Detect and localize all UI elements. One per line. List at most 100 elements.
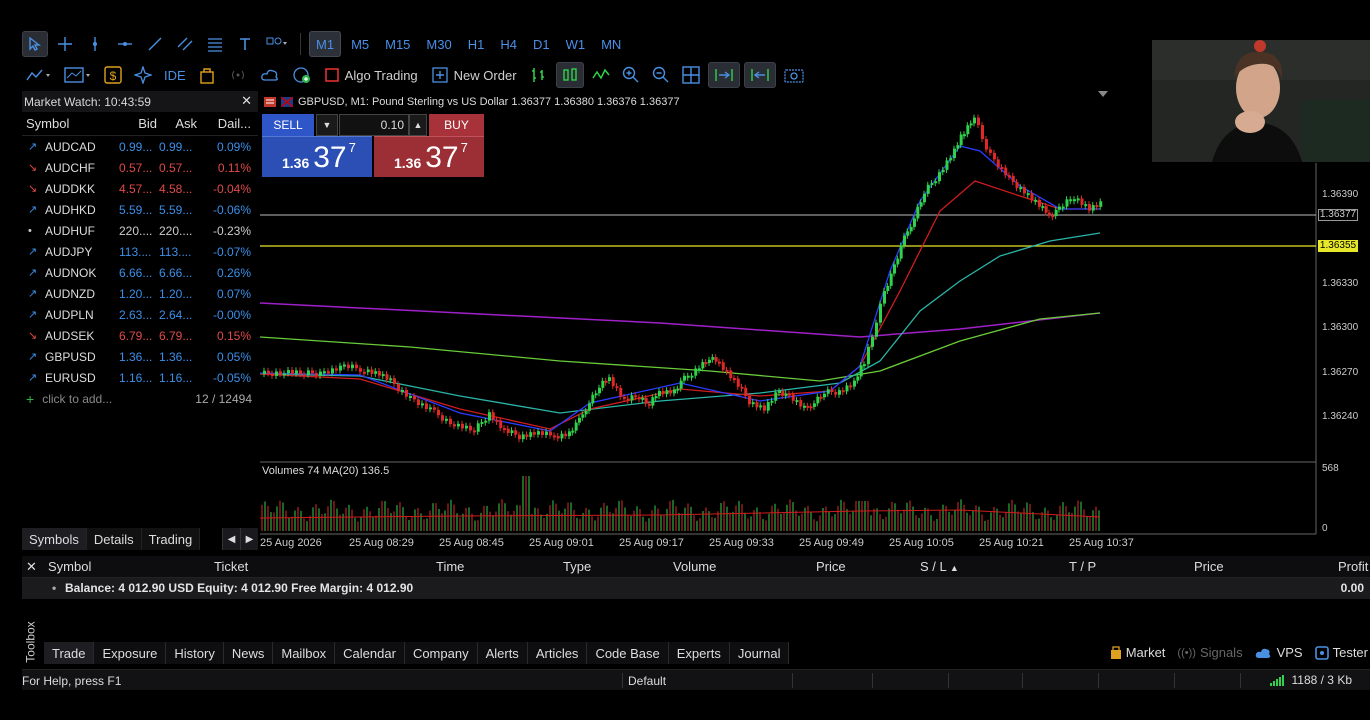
signals-star-icon[interactable]: [130, 62, 156, 88]
tab-trading[interactable]: Trading: [141, 528, 201, 550]
timeframe-w1[interactable]: W1: [560, 31, 592, 57]
tab-news[interactable]: News: [223, 642, 274, 664]
cursor-icon[interactable]: [22, 31, 48, 57]
column-header-ask[interactable]: Ask: [157, 116, 197, 131]
close-icon[interactable]: ✕: [26, 559, 37, 575]
market-dollar-icon[interactable]: $: [100, 62, 126, 88]
add-globe-icon[interactable]: [288, 62, 316, 88]
tab-company[interactable]: Company: [404, 642, 478, 664]
buy-price-button[interactable]: 1.36 37 7: [374, 136, 484, 177]
fibonacci-icon[interactable]: [202, 31, 228, 57]
tab-alerts[interactable]: Alerts: [477, 642, 528, 664]
trendline-icon[interactable]: [142, 31, 168, 57]
lot-dropdown-icon[interactable]: ▼: [316, 114, 338, 136]
column-header-price-current[interactable]: Price: [1194, 559, 1224, 574]
column-header-time[interactable]: Time: [436, 559, 464, 574]
column-header-price[interactable]: Price: [816, 559, 846, 574]
tab-symbols[interactable]: Symbols: [22, 528, 87, 550]
tab-articles[interactable]: Articles: [527, 642, 588, 664]
line-chart-icon[interactable]: [588, 62, 614, 88]
column-header-symbol[interactable]: Symbol: [22, 116, 119, 131]
market-watch-row[interactable]: ↗ AUDNOK 6.66... 6.66... 0.26%: [22, 262, 258, 283]
algo-trading-button[interactable]: Algo Trading: [320, 62, 423, 88]
channel-icon[interactable]: [172, 31, 198, 57]
text-icon[interactable]: [232, 31, 258, 57]
time-axis[interactable]: 25 Aug 2026 25 Aug 08:29 25 Aug 08:45 25…: [260, 534, 1316, 553]
timeframe-m15[interactable]: M15: [379, 31, 416, 57]
tile-windows-icon[interactable]: [678, 62, 704, 88]
tab-trade[interactable]: Trade: [44, 642, 95, 664]
horizontal-line-icon[interactable]: [112, 31, 138, 57]
sell-price-button[interactable]: 1.36 37 7: [262, 136, 372, 177]
column-header-take-profit[interactable]: T / P: [1069, 559, 1096, 574]
signals-link[interactable]: ((•)) Signals: [1177, 645, 1242, 660]
market-watch-row[interactable]: ↘ AUDDKK 4.57... 4.58... -0.04%: [22, 178, 258, 199]
chart-shift-icon[interactable]: [743, 62, 776, 88]
column-header-daily[interactable]: Dail...: [197, 116, 255, 131]
new-order-button[interactable]: New Order: [427, 62, 522, 88]
tab-experts[interactable]: Experts: [668, 642, 730, 664]
column-header-profit[interactable]: Profit: [1338, 559, 1368, 574]
timeframe-m30[interactable]: M30: [420, 31, 457, 57]
buy-button[interactable]: BUY: [429, 114, 484, 136]
column-header-bid[interactable]: Bid: [119, 116, 157, 131]
timeframe-m1[interactable]: M1: [309, 31, 342, 57]
connection-status[interactable]: 1188 / 3 Kb: [1269, 673, 1352, 687]
column-header-stop-loss[interactable]: S / L ▲: [920, 559, 959, 574]
tab-details[interactable]: Details: [86, 528, 142, 550]
price-axis[interactable]: 1.36390 1.36330 1.36300 1.36270 1.36240: [1316, 163, 1370, 463]
add-symbol-row[interactable]: + click to add... 12 / 12494: [22, 388, 258, 409]
tab-mailbox[interactable]: Mailbox: [273, 642, 336, 664]
sell-button[interactable]: SELL: [262, 114, 314, 136]
vps-cloud-icon[interactable]: [256, 62, 284, 88]
tab-journal[interactable]: Journal: [729, 642, 790, 664]
zoom-in-icon[interactable]: [618, 62, 644, 88]
lot-increase-icon[interactable]: ▲: [409, 114, 427, 136]
timeframe-mn[interactable]: MN: [595, 31, 627, 57]
vertical-line-icon[interactable]: [82, 31, 108, 57]
column-header-type[interactable]: Type: [563, 559, 591, 574]
timeframe-h1[interactable]: H1: [462, 31, 491, 57]
indicators-icon[interactable]: [22, 62, 56, 88]
market-watch-row[interactable]: ↗ GBPUSD 1.36... 1.36... 0.05%: [22, 346, 258, 367]
market-watch-row[interactable]: ↘ AUDSEK 6.79... 6.79... 0.15%: [22, 325, 258, 346]
auto-scroll-icon[interactable]: [707, 62, 740, 88]
timeframe-h4[interactable]: H4: [494, 31, 523, 57]
shopping-bag-icon[interactable]: [194, 62, 220, 88]
tab-exposure[interactable]: Exposure: [94, 642, 167, 664]
market-watch-row[interactable]: ↗ AUDNZD 1.20... 1.20... 0.07%: [22, 283, 258, 304]
shapes-icon[interactable]: [262, 31, 292, 57]
crosshair-icon[interactable]: [52, 31, 78, 57]
column-header-ticket[interactable]: Ticket: [214, 559, 248, 574]
chart-templates-icon[interactable]: [60, 62, 96, 88]
vps-link[interactable]: VPS: [1255, 645, 1303, 660]
tab-calendar[interactable]: Calendar: [335, 642, 405, 664]
status-profile[interactable]: Default: [628, 674, 666, 688]
tab-history[interactable]: History: [166, 642, 224, 664]
tab-scroll-right-icon[interactable]: ▶: [240, 528, 258, 550]
timeframe-m5[interactable]: M5: [345, 31, 375, 57]
column-header-symbol[interactable]: Symbol: [48, 559, 91, 574]
market-watch-row[interactable]: ↗ EURUSD 1.16... 1.16... -0.05%: [22, 367, 258, 388]
candlestick-icon[interactable]: [555, 62, 584, 88]
close-icon[interactable]: ✕: [241, 93, 252, 109]
market-watch-row[interactable]: ↗ AUDCAD 0.99... 0.99... 0.09%: [22, 136, 258, 157]
market-link[interactable]: Market: [1110, 645, 1165, 660]
timeframe-d1[interactable]: D1: [527, 31, 556, 57]
screenshot-camera-icon[interactable]: [780, 62, 808, 88]
tester-link[interactable]: Tester: [1314, 645, 1368, 660]
signal-broadcast-icon[interactable]: [224, 62, 252, 88]
bar-chart-icon[interactable]: [526, 62, 552, 88]
ide-button[interactable]: IDE: [160, 62, 190, 88]
market-watch-row[interactable]: ↘ AUDCHF 0.57... 0.57... 0.11%: [22, 157, 258, 178]
balance-row[interactable]: • Balance: 4 012.90 USD Equity: 4 012.90…: [22, 578, 1370, 599]
zoom-out-icon[interactable]: [648, 62, 674, 88]
market-watch-row[interactable]: ↗ AUDPLN 2.63... 2.64... -0.00%: [22, 304, 258, 325]
market-watch-row[interactable]: • AUDHUF 220.... 220.... -0.23%: [22, 220, 258, 241]
market-watch-row[interactable]: ↗ AUDHKD 5.59... 5.59... -0.06%: [22, 199, 258, 220]
lot-size-input[interactable]: 0.10: [339, 114, 409, 136]
column-header-volume[interactable]: Volume: [673, 559, 716, 574]
tab-scroll-left-icon[interactable]: ◀: [222, 528, 240, 550]
market-watch-row[interactable]: ↗ AUDJPY 113.... 113.... -0.07%: [22, 241, 258, 262]
tab-code-base[interactable]: Code Base: [587, 642, 669, 664]
